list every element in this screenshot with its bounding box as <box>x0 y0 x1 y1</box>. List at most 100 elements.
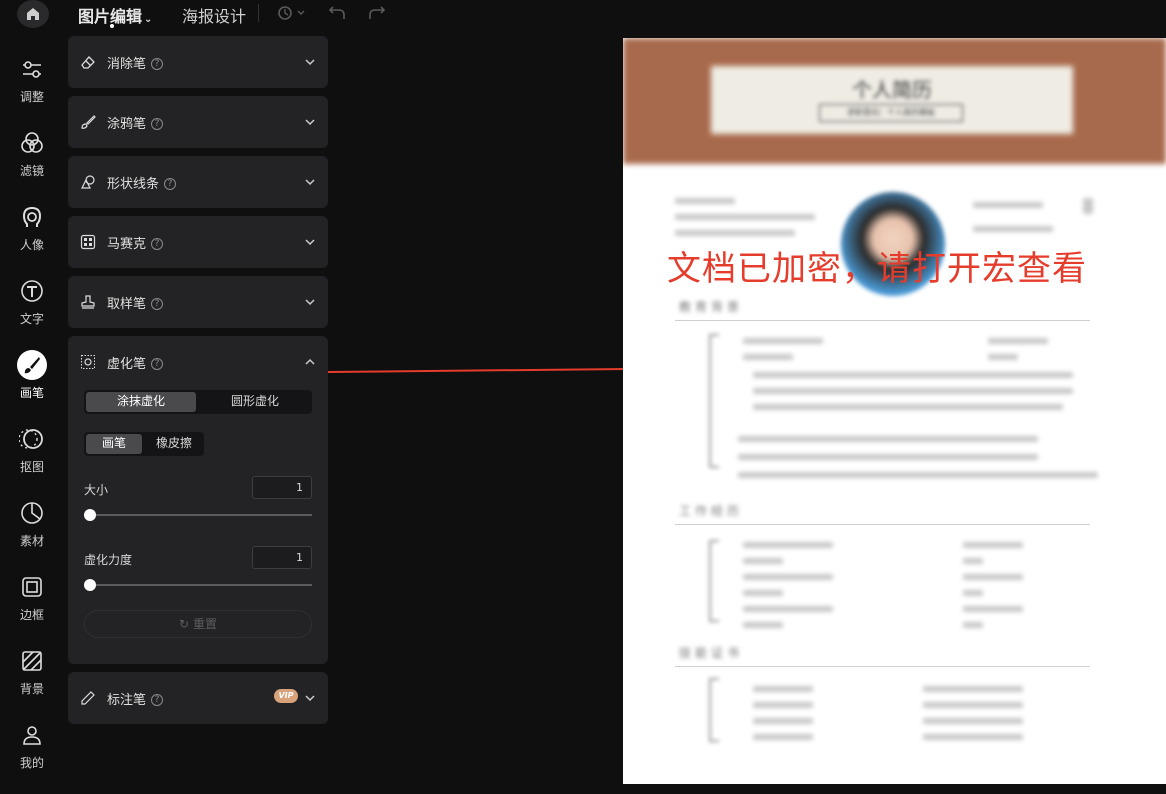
paint-brush-icon <box>81 115 96 129</box>
home-icon <box>27 8 39 20</box>
help-icon[interactable]: ? <box>151 693 164 706</box>
reset-button[interactable]: ↻ 重置 <box>84 610 312 638</box>
tool-eraser-panel[interactable]: 消除笔? <box>68 36 328 88</box>
sidebar-item-background[interactable]: 背景 <box>0 646 64 720</box>
tool-sample-label: 取样笔? <box>107 293 164 312</box>
tab-image-edit[interactable]: 图片编辑 ⌄ <box>78 3 152 27</box>
blur-dots-icon <box>81 355 95 369</box>
top-bar: 图片编辑 ⌄ 海报设计 <box>0 0 1166 34</box>
history-button[interactable] <box>276 4 306 26</box>
brush-icon <box>17 350 47 380</box>
doc-title: 个人简历 <box>852 78 932 102</box>
tool-shape-header[interactable]: 形状线条? <box>68 156 328 208</box>
help-icon[interactable]: ? <box>151 57 164 70</box>
eraser-icon <box>81 56 95 69</box>
tool-graffiti-header[interactable]: 涂鸦笔? <box>68 96 328 148</box>
tool-mark-label: 标注笔? <box>107 689 164 708</box>
tool-mosaic-label: 马赛克? <box>107 233 164 252</box>
chevron-down-icon: ⌄ <box>144 14 153 25</box>
blur-mode-circle[interactable]: 圆形虚化 <box>200 392 310 412</box>
tool-eraser-header[interactable]: 消除笔? <box>68 36 328 88</box>
blur-mode-smudge[interactable]: 涂抹虚化 <box>86 392 196 412</box>
chevron-down-icon[interactable] <box>304 56 316 68</box>
vip-badge: VIP <box>274 689 298 703</box>
stamp-icon <box>81 295 95 309</box>
doc-section-work: 工作经历 <box>679 504 744 518</box>
canvas-document[interactable]: 个人简历 求职意向：个人简历模板 文档已加密，请打开宏查看 教育背景 工作经历 <box>623 38 1166 784</box>
doc-bracket <box>709 540 719 622</box>
doc-bracket <box>709 678 719 742</box>
tool-mosaic-header[interactable]: 马赛克? <box>68 216 328 268</box>
help-icon[interactable]: ? <box>151 117 164 130</box>
sidebar-item-portrait[interactable]: 人像 <box>0 202 64 276</box>
strength-input[interactable]: 1 <box>252 546 312 569</box>
tool-graffiti-label: 涂鸦笔? <box>107 113 164 132</box>
tool-graffiti-panel[interactable]: 涂鸦笔? <box>68 96 328 148</box>
redo-icon <box>369 6 386 19</box>
tool-blur-header[interactable]: 虚化笔? <box>68 336 328 388</box>
chevron-up-icon[interactable] <box>304 356 316 368</box>
chevron-down-icon[interactable] <box>304 236 316 248</box>
tool-mosaic-panel[interactable]: 马赛克? <box>68 216 328 268</box>
tool-sample-panel[interactable]: 取样笔? <box>68 276 328 328</box>
sidebar-item-brush[interactable]: 画笔 <box>0 350 64 424</box>
reset-icon: ↻ <box>179 617 190 631</box>
tab-poster-design[interactable]: 海报设计 <box>182 3 246 27</box>
sidebar-item-material[interactable]: 素材 <box>0 498 64 572</box>
doc-rule <box>675 320 1090 321</box>
help-icon[interactable]: ? <box>151 297 164 310</box>
size-label: 大小 <box>84 483 109 497</box>
home-button[interactable] <box>17 0 49 28</box>
sticker-icon <box>17 498 47 528</box>
sidebar-item-filter[interactable]: 滤镜 <box>0 128 64 202</box>
tool-blur-panel: 虚化笔? 涂抹虚化 圆形虚化 画笔 橡皮擦 大小 1 虚化力度 1 ↻ 重置 <box>68 336 328 664</box>
size-slider[interactable] <box>84 514 312 516</box>
redo-button[interactable] <box>368 4 386 26</box>
doc-subtitle: 求职意向：个人简历模板 <box>819 104 963 122</box>
background-icon <box>17 646 47 676</box>
sidebar-item-frame[interactable]: 边框 <box>0 572 64 646</box>
doc-section-certificates: 技能证书 <box>679 646 744 660</box>
tool-mark-header[interactable]: 标注笔? VIP <box>68 672 328 724</box>
strength-label: 虚化力度 <box>84 553 133 567</box>
filter-circles-icon <box>17 128 47 158</box>
undo-button[interactable] <box>328 4 346 26</box>
sidebar-item-cutout[interactable]: 抠图 <box>0 424 64 498</box>
brush-mode-toggle: 画笔 橡皮擦 <box>84 432 204 456</box>
strength-slider[interactable] <box>84 584 312 586</box>
chevron-down-icon[interactable] <box>304 176 316 188</box>
doc-rule <box>675 524 1090 525</box>
size-slider-handle[interactable] <box>84 509 96 521</box>
left-sidebar: 调整 滤镜 人像 文字 画笔 抠图 素材 边框 背景 我的 <box>0 34 64 784</box>
doc-bracket <box>709 334 719 468</box>
annotation-arrow <box>328 361 642 377</box>
toolbar-divider <box>258 4 259 22</box>
user-icon <box>17 720 47 750</box>
chevron-down-icon[interactable] <box>304 116 316 128</box>
tool-shape-panel[interactable]: 形状线条? <box>68 156 328 208</box>
tool-shape-label: 形状线条? <box>107 173 177 192</box>
strength-slider-handle[interactable] <box>84 579 96 591</box>
shapes-icon <box>81 175 95 189</box>
tool-mark-panel[interactable]: 标注笔? VIP <box>68 672 328 724</box>
active-tab-indicator <box>110 24 114 28</box>
chevron-down-icon[interactable] <box>304 296 316 308</box>
brush-mode-eraser[interactable]: 橡皮擦 <box>146 434 202 454</box>
sidebar-item-mine[interactable]: 我的 <box>0 720 64 794</box>
help-icon[interactable]: ? <box>164 177 177 190</box>
brush-mode-brush[interactable]: 画笔 <box>86 434 142 454</box>
pencil-icon <box>81 691 95 705</box>
help-icon[interactable]: ? <box>151 237 164 250</box>
watermark-text: 文档已加密，请打开宏查看 <box>667 249 1087 289</box>
sliders-icon <box>17 54 47 84</box>
blur-mode-toggle: 涂抹虚化 圆形虚化 <box>84 390 312 414</box>
portrait-icon <box>17 202 47 232</box>
tool-blur-label: 虚化笔? <box>107 353 164 372</box>
tool-sample-header[interactable]: 取样笔? <box>68 276 328 328</box>
undo-icon <box>328 6 345 19</box>
size-input[interactable]: 1 <box>252 476 312 499</box>
help-icon[interactable]: ? <box>151 357 164 370</box>
chevron-down-icon[interactable] <box>304 692 316 704</box>
sidebar-item-text[interactable]: 文字 <box>0 276 64 350</box>
sidebar-item-adjust[interactable]: 调整 <box>0 54 64 128</box>
